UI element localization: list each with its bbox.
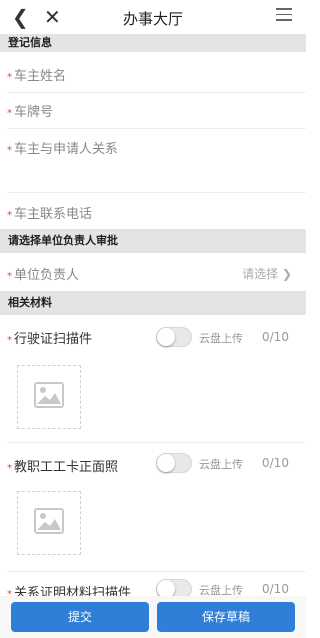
owner-phone-field[interactable]: * 车主联系电话 xyxy=(0,193,306,229)
relationship-label: 车主与申请人关系 xyxy=(14,142,119,157)
bottom-action-bar: 提交 保存草稿 xyxy=(0,596,306,638)
required-mark: * xyxy=(7,72,12,83)
image-placeholder-icon xyxy=(34,508,64,534)
required-mark: * xyxy=(7,589,12,596)
owner-name-field[interactable]: * 车主姓名 xyxy=(0,52,306,92)
section-header-approval: 请选择单位负责人审批 xyxy=(0,229,306,253)
unit-head-picker[interactable]: * 单位负责人 请选择 ❯ xyxy=(0,253,306,291)
section-header-registration: 登记信息 xyxy=(0,34,306,52)
submit-button[interactable]: 提交 xyxy=(11,602,149,632)
image-upload-button[interactable] xyxy=(17,365,81,429)
owner-phone-label: 车主联系电话 xyxy=(14,207,93,222)
material-label: 关系证明材料扫描件 xyxy=(14,586,132,596)
image-placeholder-icon xyxy=(34,382,64,408)
upload-count: 0/10 xyxy=(262,582,289,596)
hamburger-menu-icon[interactable] xyxy=(276,8,292,25)
material-relationship-proof: * 关系证明材料扫描件 云盘上传 0/10 xyxy=(0,572,306,596)
upload-count: 0/10 xyxy=(262,330,289,344)
material-driving-license: * 行驶证扫描件 云盘上传 0/10 xyxy=(0,315,306,441)
required-mark: * xyxy=(7,108,12,119)
material-label: 行驶证扫描件 xyxy=(14,332,93,347)
required-mark: * xyxy=(7,271,12,282)
cloud-upload-toggle[interactable] xyxy=(156,453,192,473)
section-header-materials: 相关材料 xyxy=(0,291,306,315)
toggle-knob xyxy=(157,580,175,596)
required-mark: * xyxy=(7,463,12,474)
cloud-upload-label: 云盘上传 xyxy=(199,332,243,345)
cloud-upload-toggle[interactable] xyxy=(156,579,192,596)
relationship-field[interactable]: * 车主与申请人关系 xyxy=(0,129,306,192)
image-upload-button[interactable] xyxy=(17,491,81,555)
required-mark: * xyxy=(7,145,12,156)
owner-name-label: 车主姓名 xyxy=(14,69,67,84)
page-title: 办事大厅 xyxy=(122,10,183,28)
upload-count: 0/10 xyxy=(262,456,289,470)
required-mark: * xyxy=(7,335,12,346)
unit-head-label: 单位负责人 xyxy=(14,268,80,283)
cloud-upload-toggle[interactable] xyxy=(156,327,192,347)
toggle-knob xyxy=(157,454,175,472)
cloud-upload-label: 云盘上传 xyxy=(199,458,243,471)
material-label: 教职工工卡正面照 xyxy=(14,460,119,475)
chevron-right-icon: ❯ xyxy=(281,267,292,281)
plate-number-label: 车牌号 xyxy=(14,105,54,120)
unit-head-placeholder: 请选择 xyxy=(242,267,279,281)
material-staff-card: * 教职工工卡正面照 云盘上传 0/10 xyxy=(0,443,306,571)
toggle-knob xyxy=(157,328,175,346)
save-draft-button[interactable]: 保存草稿 xyxy=(157,602,295,632)
top-nav-bar: ❮ ✕ 办事大厅 xyxy=(0,0,306,34)
plate-number-field[interactable]: * 车牌号 xyxy=(0,93,306,128)
cloud-upload-label: 云盘上传 xyxy=(199,584,243,596)
required-mark: * xyxy=(7,210,12,221)
